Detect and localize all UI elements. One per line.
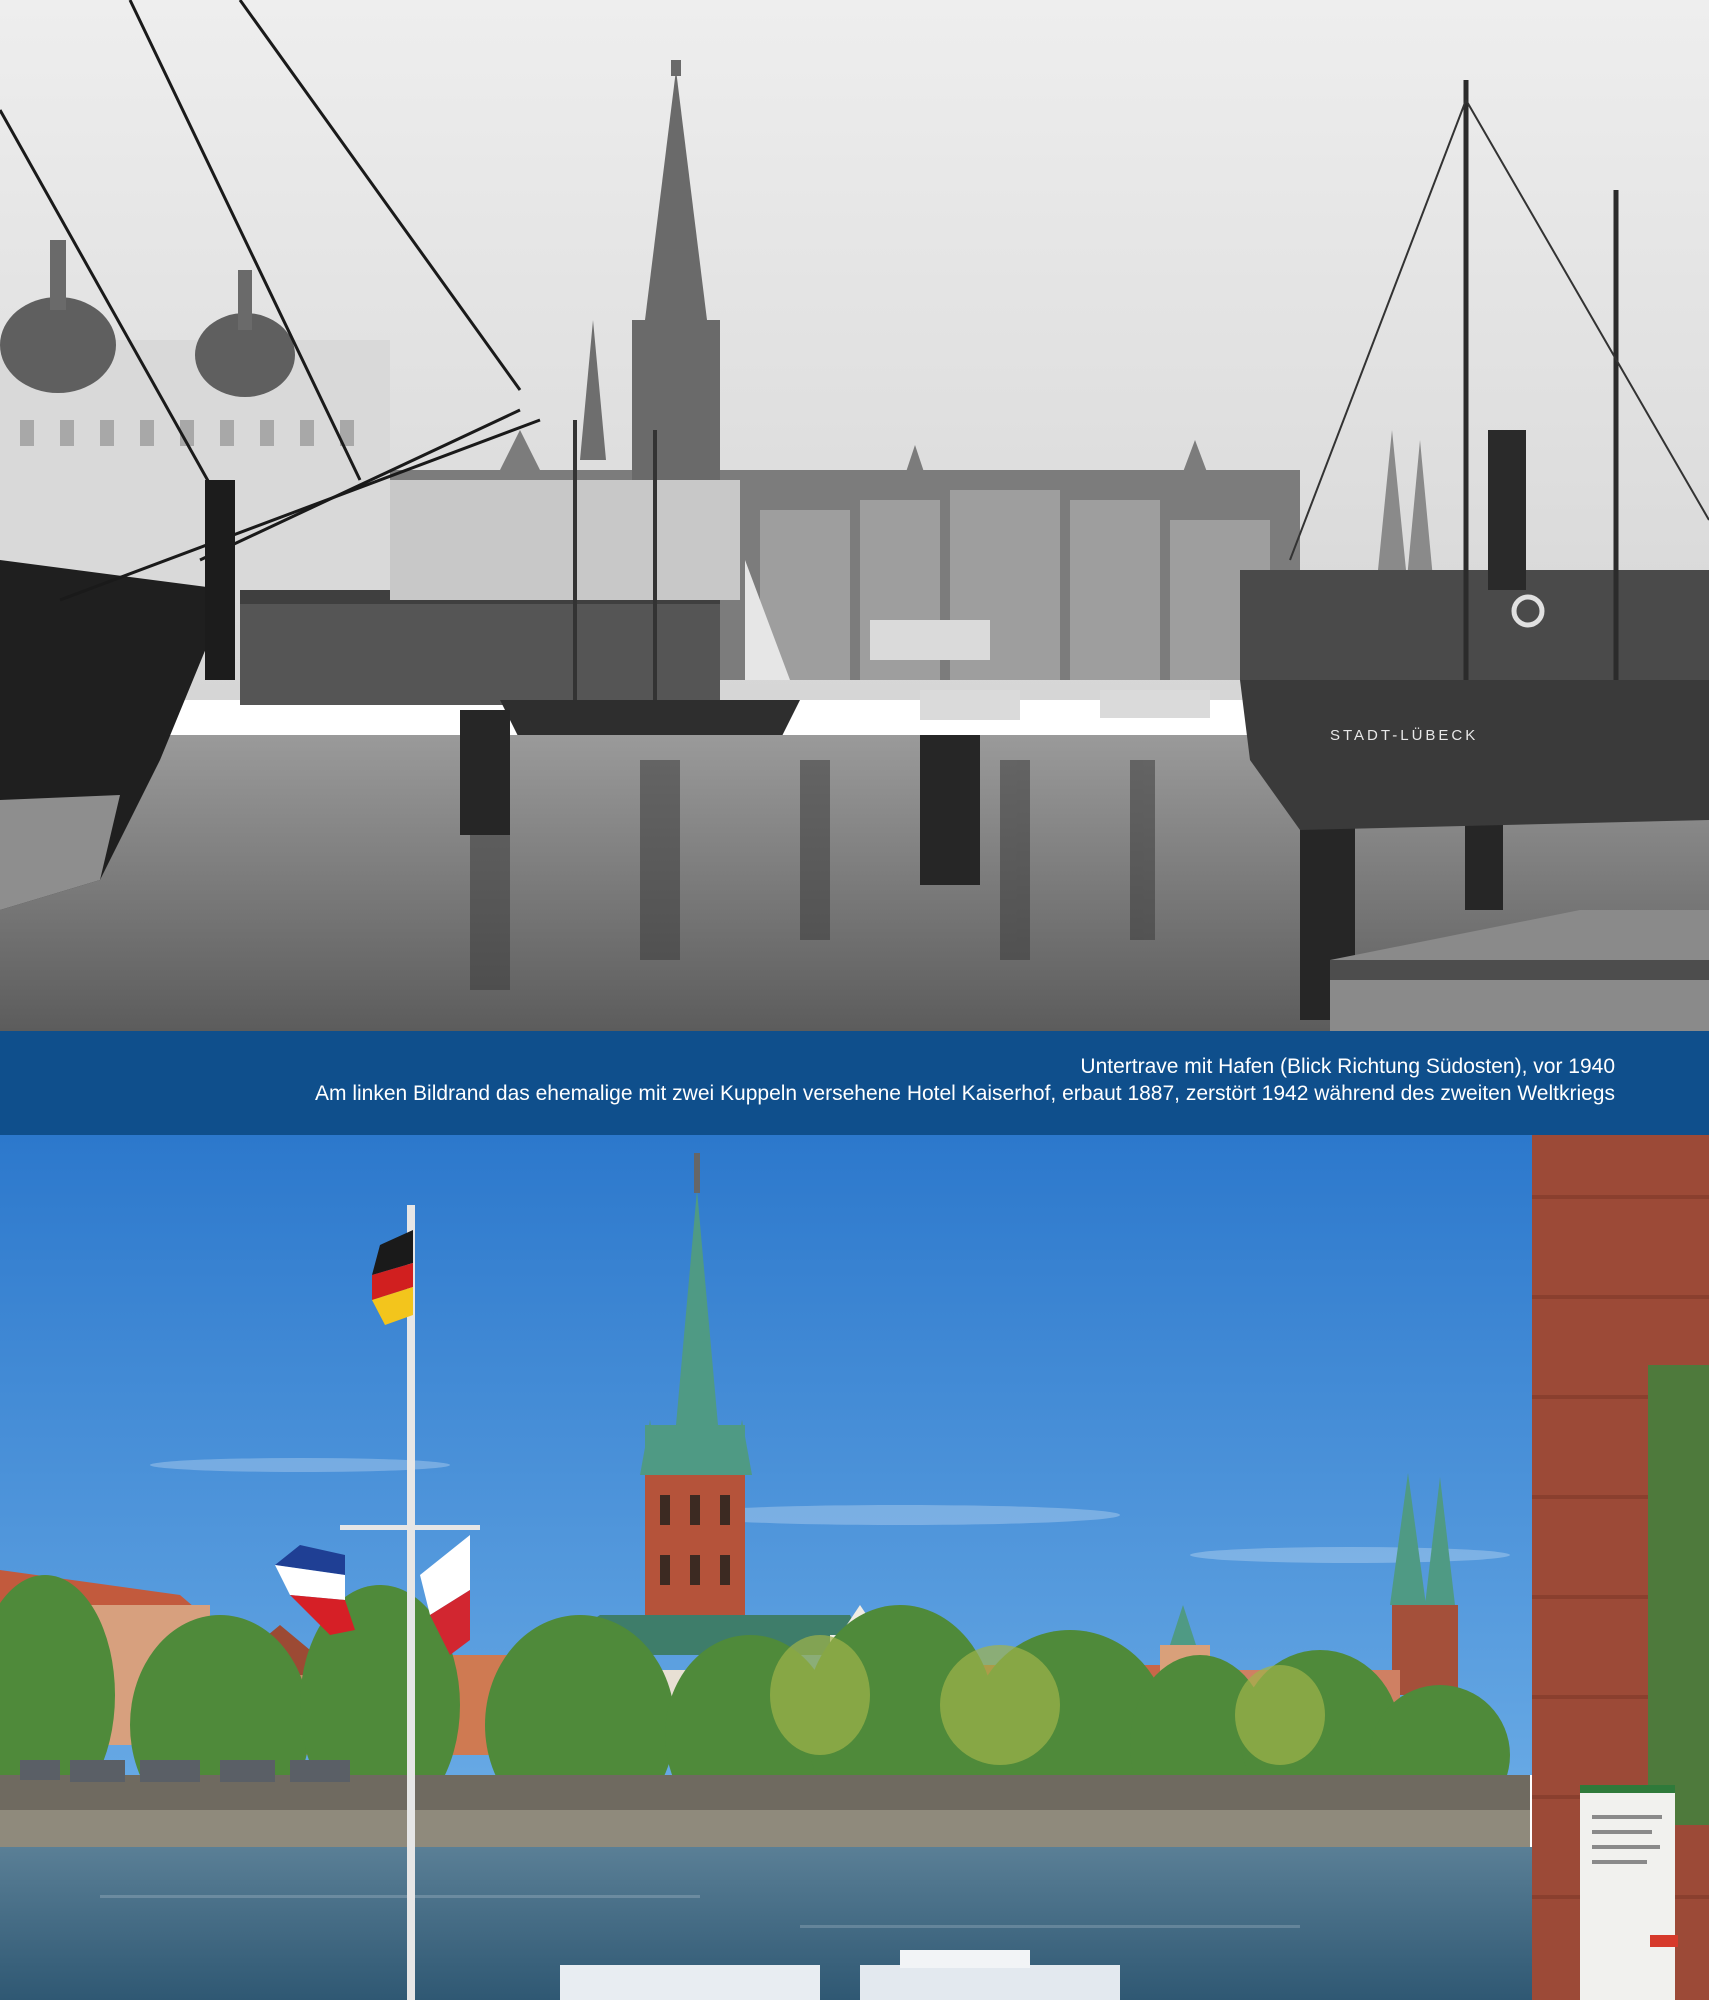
ship-name-text: STADT-LÜBECK	[1330, 726, 1478, 744]
sailing-ship	[500, 700, 800, 740]
caption-title: Untertrave mit Hafen (Blick Richtung Süd…	[1080, 1055, 1615, 1078]
quay-wall	[0, 1810, 1530, 1850]
caption-band: Untertrave mit Hafen (Blick Richtung Süd…	[0, 1031, 1709, 1135]
quay-shed	[240, 595, 720, 705]
caption-description: Am linken Bildrand das ehemalige mit zwe…	[315, 1082, 1615, 1105]
modern-harbor-photo	[0, 1135, 1709, 2000]
historic-harbor-photo: STADT-LÜBECK	[0, 0, 1709, 1031]
trave-river	[0, 1847, 1709, 2000]
merchant-houses	[390, 480, 740, 600]
info-signboard	[1580, 1785, 1678, 2000]
